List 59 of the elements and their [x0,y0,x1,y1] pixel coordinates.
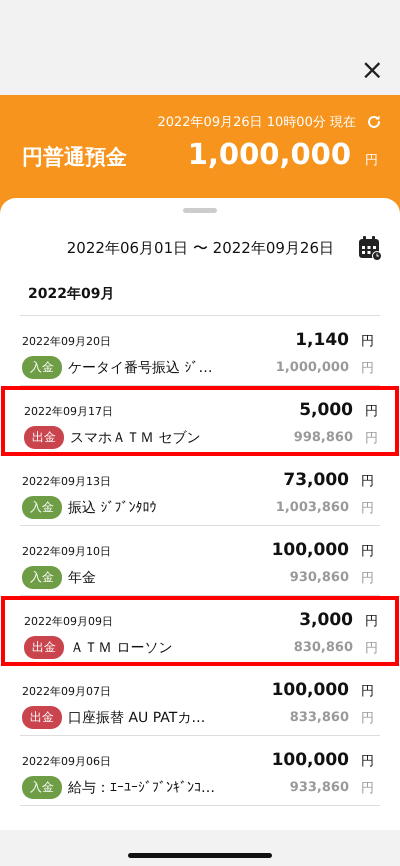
currency-unit: 円 [361,570,374,586]
currency-unit: 円 [361,360,374,376]
transaction-date: 2022年09月13日 [22,474,112,489]
type-badge: 出金 [22,706,62,729]
transaction-amount: 1,140 [295,330,349,350]
as-of-time: 2022年09月26日 10時00分 現在 [157,114,356,131]
calendar-icon[interactable] [358,235,382,261]
transaction-date: 2022年09月20日 [22,334,112,349]
type-badge: 入金 [22,496,62,519]
type-badge: 入金 [22,776,62,799]
transaction-description: 年金 [68,568,97,586]
type-badge: 出金 [24,636,64,659]
transaction-amount: 100,000 [272,750,349,770]
drag-handle[interactable] [183,208,217,213]
currency-unit: 円 [361,710,374,726]
account-name: 円普通預金 [22,144,128,171]
currency-unit: 円 [365,403,378,420]
currency-unit: 円 [365,430,378,446]
close-button[interactable]: × [358,57,386,83]
transaction-description: ＡＴＭ ローソン [70,638,174,656]
type-badge: 出金 [24,426,64,449]
type-badge: 入金 [22,566,62,589]
transaction-description: 給与：ｴｰﾕｰｼﾞﾌﾞﾝｷﾞﾝｺ… [68,778,216,796]
currency-unit: 円 [365,152,378,169]
currency-unit: 円 [365,613,378,630]
transaction-date: 2022年09月17日 [24,404,114,419]
currency-unit: 円 [361,333,374,350]
date-range: 2022年06月01日 〜 2022年09月26日 [66,238,334,258]
balance-amount: 1,000,000 [188,137,351,171]
currency-unit: 円 [361,753,374,770]
transaction-amount: 73,000 [283,470,349,490]
running-balance: 833,860 [290,710,349,725]
transaction-description: ケータイ番号振込 ｼﾞ… [68,358,214,376]
running-balance: 830,860 [294,640,353,655]
transaction-description: スマホＡＴＭ セブン [70,428,202,446]
home-indicator[interactable] [128,852,272,858]
currency-unit: 円 [361,780,374,796]
currency-unit: 円 [365,640,378,656]
transaction-amount: 5,000 [299,400,353,420]
currency-unit: 円 [361,543,374,560]
currency-unit: 円 [361,683,374,700]
currency-unit: 円 [361,500,374,516]
currency-unit: 円 [361,473,374,490]
running-balance: 998,860 [294,430,353,445]
running-balance: 1,000,000 [276,360,349,375]
running-balance: 933,860 [290,780,349,795]
transaction-description: 振込 ｼﾞﾌﾞﾝﾀﾛｳ [68,498,158,516]
transaction-date: 2022年09月06日 [22,754,112,769]
transaction-amount: 100,000 [272,540,349,560]
type-badge: 入金 [22,356,62,379]
transaction-date: 2022年09月10日 [22,544,112,559]
transaction-amount: 100,000 [272,680,349,700]
running-balance: 930,860 [290,570,349,585]
month-header: 2022年09月 [20,261,380,316]
running-balance: 1,003,860 [276,500,349,515]
transaction-amount: 3,000 [299,610,353,630]
transaction-date: 2022年09月07日 [22,684,112,699]
transaction-description: 口座振替 AU PATカ… [68,708,206,726]
transaction-date: 2022年09月09日 [24,614,114,629]
